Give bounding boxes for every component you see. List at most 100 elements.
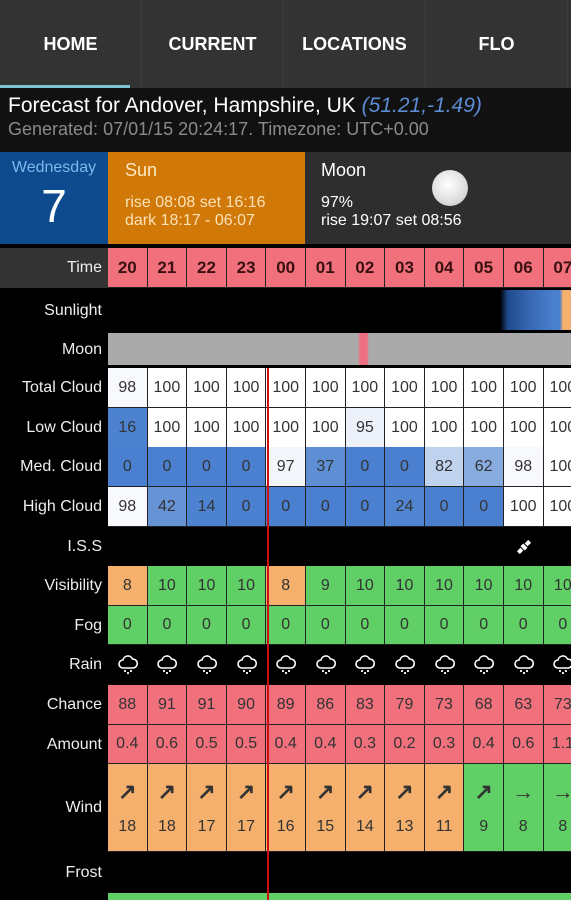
- row-total: Total Cloud 98 100 100 100 100 100 100 100 100 100…: [0, 368, 571, 408]
- high-cloud-cell: 100: [503, 487, 544, 527]
- moon-bar: [108, 333, 571, 365]
- total-cloud-cell: 100: [424, 368, 465, 408]
- visibility-cell: 10: [464, 566, 504, 606]
- rain-chance-cell: 89: [266, 685, 306, 725]
- location-name: Forecast for Andover, Hampshire, UK: [8, 94, 356, 117]
- wind-speed: 9: [479, 818, 489, 836]
- cloud-rain-icon: [266, 645, 306, 685]
- fog-cell: 0: [108, 606, 148, 645]
- tab-locations[interactable]: LOCATIONS: [284, 0, 426, 88]
- cloud-rain-icon: [187, 645, 227, 685]
- date-number: 7: [41, 180, 67, 232]
- hour-cell: 05: [464, 248, 504, 288]
- med-cloud-cell: 62: [464, 447, 504, 487]
- med-cloud-cell: 0: [147, 447, 188, 487]
- iss-cell: [148, 527, 188, 566]
- total-cloud-cell: 100: [503, 368, 544, 408]
- weekday: Wednesday: [11, 159, 97, 176]
- hour-cell: 20: [108, 248, 148, 288]
- row-label: Rain: [69, 656, 102, 673]
- forecast-title: Forecast for Andover, Hampshire, UK (51.…: [8, 94, 563, 118]
- high-cloud-cell: 0: [266, 487, 306, 527]
- hour-cell: 06: [503, 248, 544, 288]
- fog-cell: 0: [543, 606, 571, 645]
- low-cloud-cell: 100: [424, 408, 465, 448]
- wind-cell: ↗ 15: [305, 764, 346, 852]
- iss-cell: [425, 527, 465, 566]
- fog-cell: 0: [147, 606, 188, 645]
- rain-amount-cell: 0.5: [226, 725, 267, 764]
- tab-home[interactable]: HOME: [0, 0, 142, 88]
- row-sunlight: Sunlight: [0, 290, 571, 331]
- iss-cell: [544, 527, 571, 566]
- row-label: Fog: [74, 616, 102, 634]
- hour-cell: 23: [226, 248, 267, 288]
- total-cloud-cell: 100: [187, 368, 227, 408]
- generated-info: Generated: 07/01/15 20:24:17. Timezone: …: [8, 119, 429, 139]
- high-cloud-cell: 100: [543, 487, 571, 527]
- rain-amount-cell: 0.4: [464, 725, 504, 764]
- rain-amount-cell: 0.4: [305, 725, 346, 764]
- sun-rise-set: rise 08:08 set 16:16: [125, 194, 266, 211]
- fog-cell: 0: [464, 606, 504, 645]
- low-cloud-cell: 16: [108, 408, 148, 448]
- fog-cell: 0: [266, 606, 306, 645]
- row-label: Chance: [46, 696, 102, 713]
- high-cloud-cell: 24: [385, 487, 425, 527]
- med-cloud-cell: 98: [503, 447, 544, 487]
- tab-current[interactable]: CURRENT: [142, 0, 284, 88]
- row-label: I.S.S: [67, 537, 102, 555]
- tab-flo[interactable]: FLO: [426, 0, 568, 88]
- cloud-rain-icon: [504, 645, 544, 685]
- wind-speed: 14: [355, 818, 374, 836]
- cloud-rain-icon: [385, 645, 425, 685]
- coordinates: (51.21,-1.49): [361, 94, 482, 117]
- visibility-cell: 8: [266, 566, 306, 606]
- high-cloud-cell: 42: [147, 487, 188, 527]
- row-label: Med. Cloud: [20, 458, 102, 475]
- hour-cell: 01: [305, 248, 346, 288]
- rain-amount-cell: 1.1: [543, 725, 571, 764]
- med-cloud-cell: 0: [187, 447, 227, 487]
- fog-cell: 0: [187, 606, 227, 645]
- low-cloud-cell: 100: [385, 408, 425, 448]
- rain-chance-cell: 83: [345, 685, 386, 725]
- wind-cell: ↗ 9: [464, 764, 504, 852]
- row-med: Med. Cloud0000973700826298100: [0, 447, 571, 487]
- total-cloud-cell: 100: [385, 368, 425, 408]
- wind-speed: 15: [316, 818, 335, 836]
- visibility-cell: 10: [385, 566, 425, 606]
- cloud-rain-icon: [346, 645, 386, 685]
- iss-cell: [385, 527, 425, 566]
- med-cloud-cell: 82: [424, 447, 465, 487]
- row-label: Amount: [46, 735, 102, 753]
- row-chance: Chance 88 91 91 90 89 86 83 79 73 68 63 73: [0, 685, 571, 725]
- current-time-line: [267, 368, 269, 900]
- sun-title: Sun: [125, 160, 158, 180]
- satellite-icon: [504, 527, 544, 566]
- fog-cell: 0: [345, 606, 386, 645]
- med-cloud-cell: 0: [108, 447, 148, 487]
- fog-cell: 0: [305, 606, 346, 645]
- total-cloud-cell: 100: [266, 368, 306, 408]
- med-cloud-cell: 0: [385, 447, 425, 487]
- cloud-rain-icon: [148, 645, 188, 685]
- wind-cell: ↗ 11: [424, 764, 465, 852]
- med-cloud-cell: 37: [305, 447, 346, 487]
- row-low: Low Cloud 16 100 100 100 100 100 95 100 100 100 100…: [0, 408, 571, 448]
- rain-chance-cell: 68: [464, 685, 504, 725]
- high-cloud-cell: 0: [424, 487, 465, 527]
- low-cloud-cell: 100: [503, 408, 544, 448]
- tab-bar: HOME CURRENT LOCATIONS FLO: [0, 0, 571, 88]
- med-cloud-cell: 97: [266, 447, 306, 487]
- visibility-cell: 10: [503, 566, 544, 606]
- wind-speed: 16: [276, 818, 295, 836]
- hour-cell: 07: [543, 248, 571, 288]
- iss-cell: [227, 527, 267, 566]
- rain-amount-cell: 0.6: [503, 725, 544, 764]
- total-cloud-cell: 100: [305, 368, 346, 408]
- moon-panel: Moon 97% rise 19:07 set 08:56: [305, 152, 571, 244]
- med-cloud-cell: 0: [226, 447, 267, 487]
- rain-amount-cell: 0.4: [266, 725, 306, 764]
- day-panel: Wednesday 7: [0, 152, 108, 244]
